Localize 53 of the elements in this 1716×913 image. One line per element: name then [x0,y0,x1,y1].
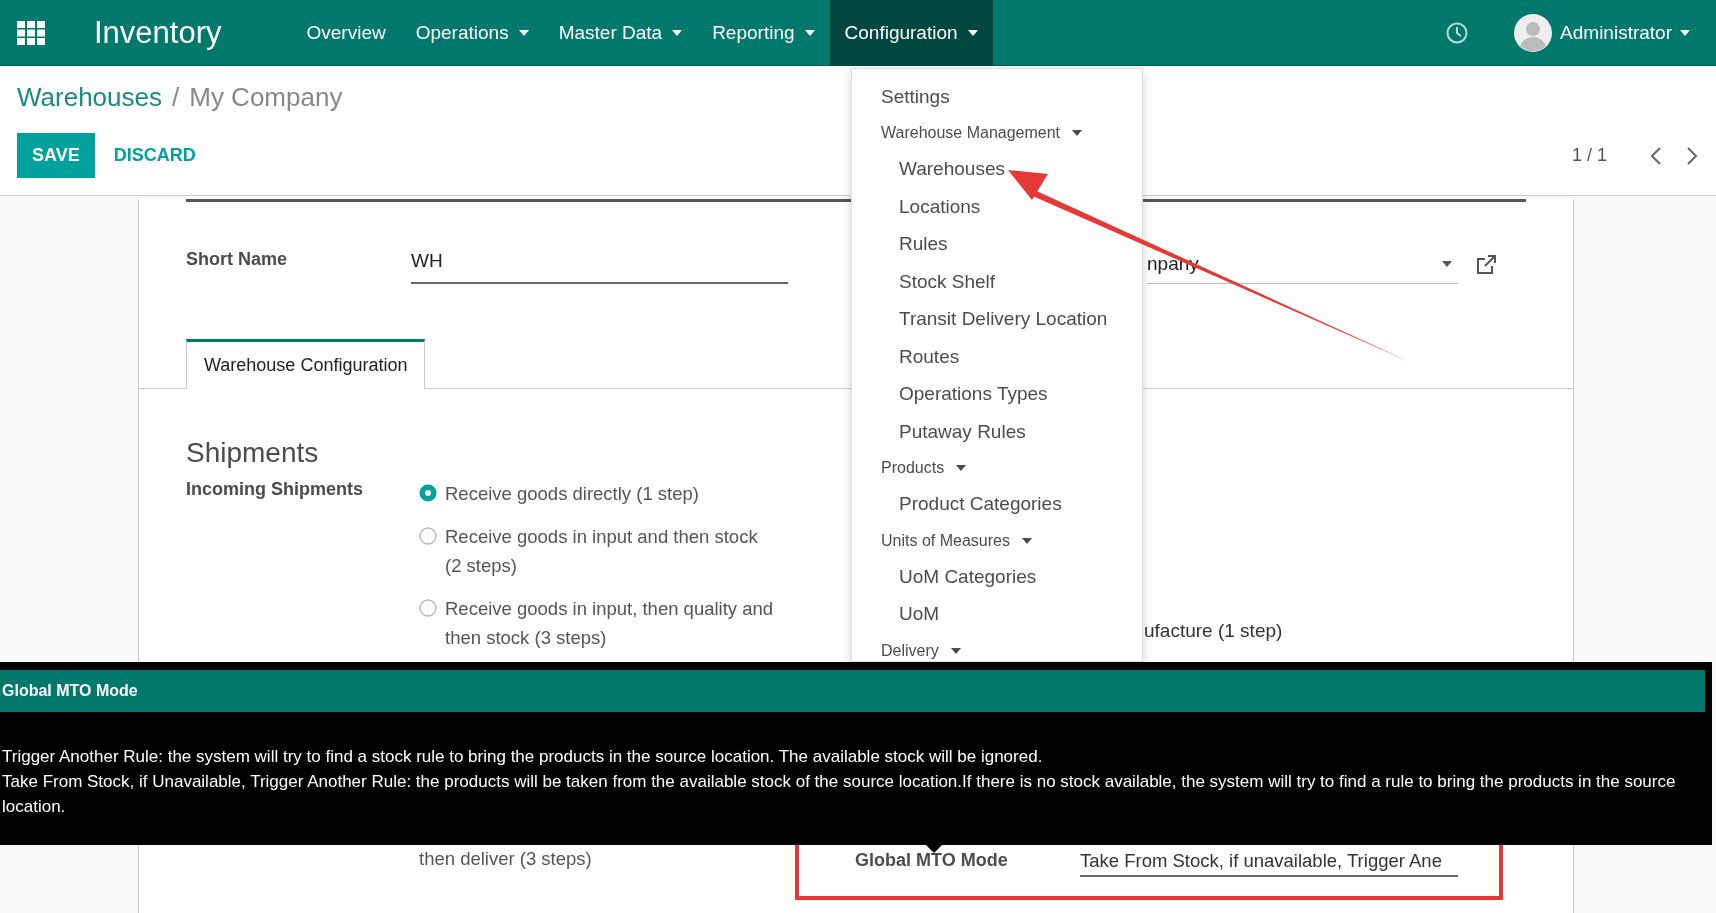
menu-tab[interactable]: Master Data [543,0,698,66]
next-icon[interactable] [1685,145,1699,166]
caret-icon [1072,130,1083,136]
pager-counter: 1 / 1 [1571,145,1607,166]
field-label: Incoming Shipments [186,479,364,501]
breadcrumb-link[interactable]: Warehouses [17,82,162,113]
dropdown-item[interactable]: Putaway Rules [852,413,1142,451]
radio-option-text: then deliver (3 steps) [419,848,593,870]
apps-menu-icon[interactable] [17,20,45,45]
menu-section-header[interactable]: Products [852,450,1142,486]
dropdown-item[interactable]: Locations [852,188,1142,226]
caret-icon [1442,261,1452,267]
tooltip-text: Trigger Another Rule: the system will try to find a stock rule to bring the products in the source location. The available stock will be ignored. [2,746,1044,768]
tooltip-text: Take From Stock, if Unavailable, Trigger Another Rule: the products will be taken from the available stock of the source location.If there is no stock available, the system will try to find a rule to bring the products in the source location. [2,771,1677,818]
breadcrumb-separator: / [172,82,180,113]
dropdown-item[interactable]: Transit Delivery Location [852,300,1142,338]
previous-icon[interactable] [1649,145,1663,166]
breadcrumb-current: My Company [189,82,343,113]
menu-tab[interactable]: Reporting [697,0,830,66]
tooltip-title: Global MTO Mode [0,670,1705,712]
radio-option[interactable]: Receive goods directly (1 step) [419,479,779,508]
menu-section-header[interactable]: Units of Measures [852,523,1142,558]
caret-icon [950,647,961,654]
radio-option[interactable]: Receive goods in input, then quality and then stock (3 steps) [419,594,779,652]
menu-tab[interactable]: Configuration [829,0,993,66]
caret-icon [1680,29,1690,36]
avatar-icon [1514,13,1553,52]
radio-option[interactable]: Receive goods in input and then stock (2 steps) [419,522,779,580]
caret-icon [956,465,967,471]
dropdown-item[interactable]: Settings [852,78,1142,116]
dropdown-item[interactable]: Rules [852,225,1142,263]
section-heading: Shipments [186,437,320,469]
menu-tab[interactable]: Operations [400,0,544,66]
clock-icon[interactable] [1446,21,1469,44]
short-name-field[interactable]: WH [411,250,788,284]
caret-icon [1021,537,1032,544]
form-tab[interactable]: Warehouse Configuration [186,339,426,389]
app-title: Inventory [94,14,222,51]
dropdown-item[interactable]: Product Categories [852,485,1142,523]
dropdown-item[interactable]: Routes [852,338,1142,376]
field-label: Global MTO Mode [855,850,1009,872]
dropdown-item[interactable]: UoM Categories [852,558,1142,596]
dropdown-item[interactable]: Warehouses [852,150,1142,188]
field-label: Short Name [186,249,289,271]
user-menu[interactable]: Administrator [1508,12,1696,53]
dropdown-item[interactable]: Operations Types [852,375,1142,413]
mto-mode-field[interactable]: Take From Stock, if unavailable, Trigger Ane [1080,850,1458,877]
dropdown-item[interactable]: UoM [852,595,1142,633]
radio-option-text: ufacture (1 step) [1144,620,1283,641]
dropdown-item[interactable]: Stock Shelf [852,263,1142,301]
menu-section-header[interactable]: Warehouse Management [852,115,1142,151]
external-link-icon[interactable] [1475,254,1497,276]
menu-tab[interactable]: Overview [291,0,401,66]
